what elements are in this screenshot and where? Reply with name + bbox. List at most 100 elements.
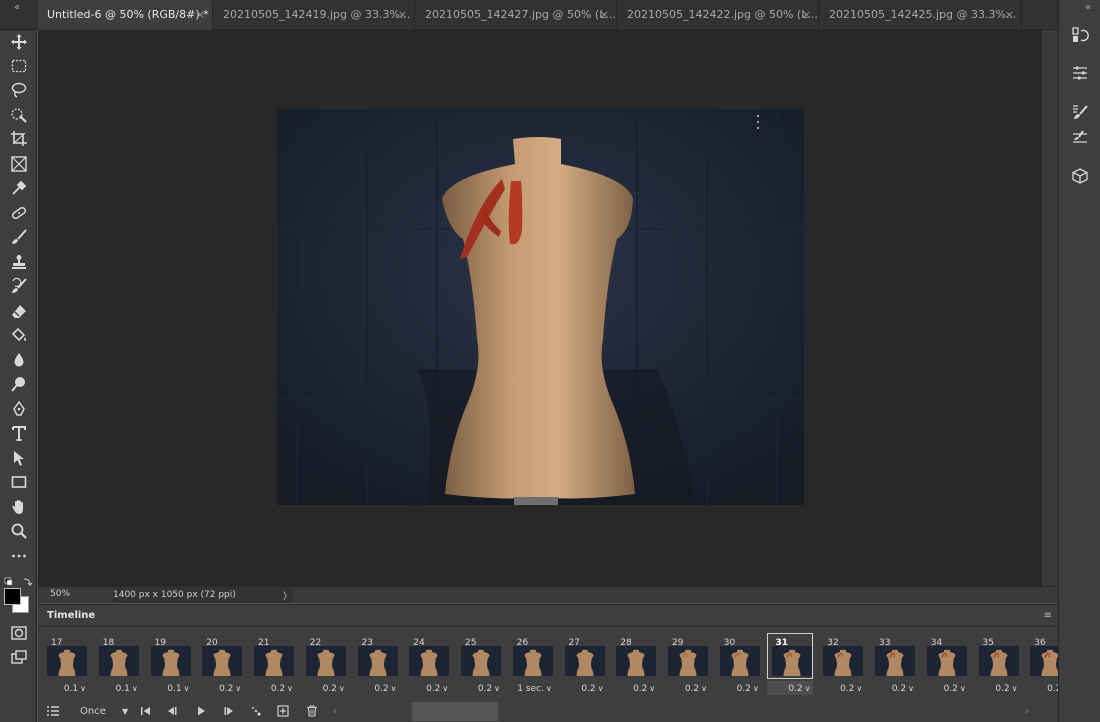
frame-delay-select[interactable]: 0.1 ∨ xyxy=(64,684,86,694)
tween-button[interactable] xyxy=(248,704,264,718)
close-icon[interactable]: × xyxy=(802,0,811,30)
document-info[interactable]: 1400 px x 1050 px (72 ppi) 〉 xyxy=(113,587,293,603)
timeline-frame[interactable]: 24 0.2 ∨ xyxy=(404,632,454,698)
timeline-frame[interactable]: 18 0.1 ∨ xyxy=(94,632,144,698)
screen-mode-button[interactable] xyxy=(6,646,31,668)
more-tools[interactable] xyxy=(6,545,31,567)
spot-healing-tool[interactable] xyxy=(6,202,31,224)
move-tool[interactable] xyxy=(6,31,31,53)
frame-delay-select[interactable]: 0.2∨ xyxy=(271,684,293,694)
frame-delay-select[interactable]: 0.1 ∨ xyxy=(167,684,189,694)
tab-20210505-142419[interactable]: 20210505_142419.jpg @ 33.3%... × xyxy=(214,0,415,30)
quick-mask-button[interactable] xyxy=(6,622,31,644)
next-frame-button[interactable] xyxy=(221,704,237,718)
frame-delay-select[interactable]: 0.2∨ xyxy=(685,684,707,694)
timeline-frame[interactable]: 28 0.2 ∨ xyxy=(611,632,661,698)
close-icon[interactable]: × xyxy=(196,0,205,30)
timeline-scrollbar-thumb[interactable] xyxy=(412,702,498,721)
timeline-frame[interactable]: 27 0.2 ∨ xyxy=(560,632,610,698)
frame-delay-select[interactable]: 0.2∨ xyxy=(323,684,345,694)
timeline-frame[interactable]: 33 0.2 ∨ xyxy=(870,632,920,698)
chevron-right-icon[interactable]: 〉 xyxy=(283,589,292,602)
timeline-frame[interactable]: 25 0.2 ∨ xyxy=(456,632,506,698)
frame-delay-select[interactable]: 0.2∨ xyxy=(788,684,810,694)
hand-tool[interactable] xyxy=(6,496,31,518)
dodge-tool[interactable] xyxy=(6,373,31,395)
history-brush-tool[interactable] xyxy=(6,275,31,297)
duplicate-frame-button[interactable] xyxy=(275,704,291,718)
path-selection-tool[interactable] xyxy=(6,447,31,469)
frame-delay-select[interactable]: 0.2∨ xyxy=(478,684,500,694)
panel-menu-icon[interactable]: ≡ xyxy=(1044,610,1052,621)
tab-20210505-142425[interactable]: 20210505_142425.jpg @ 33.3%... × xyxy=(820,0,1022,30)
marquee-tool[interactable] xyxy=(6,55,31,77)
timeline-frame[interactable]: 360.2∨ xyxy=(1025,632,1058,698)
foreground-color-swatch[interactable] xyxy=(4,588,21,605)
frame-delay-select[interactable]: 0.2∨ xyxy=(633,684,655,694)
history-panel-button[interactable] xyxy=(1069,24,1091,46)
zoom-tool[interactable] xyxy=(6,520,31,542)
play-button[interactable] xyxy=(193,704,209,718)
timeline-frame[interactable]: 35 0.2 ∨ xyxy=(974,632,1024,698)
eraser-tool[interactable] xyxy=(6,300,31,322)
adjustments-panel-button[interactable] xyxy=(1069,62,1091,84)
quick-selection-tool[interactable] xyxy=(6,104,31,126)
frame-delay-select[interactable]: 0.2∨ xyxy=(581,684,603,694)
timeline-frame[interactable]: 22 0.2 ∨ xyxy=(301,632,351,698)
frame-delay-select[interactable]: 0.1 ∨ xyxy=(116,684,138,694)
frame-tool[interactable] xyxy=(6,153,31,175)
frame-delay-select[interactable]: 1 sec. ∨ xyxy=(517,684,551,694)
vertical-scrollbar[interactable] xyxy=(1042,30,1058,586)
frame-delay-select[interactable]: 0.2∨ xyxy=(219,684,241,694)
frame-delay-select[interactable]: 0.2∨ xyxy=(1047,684,1058,694)
timeline-frame[interactable]: 29 0.2 ∨ xyxy=(663,632,713,698)
pen-tool[interactable] xyxy=(6,398,31,420)
swap-colors-icon[interactable] xyxy=(4,572,34,586)
close-icon[interactable]: × xyxy=(398,0,407,30)
crop-tool[interactable] xyxy=(6,128,31,150)
previous-frame-button[interactable] xyxy=(164,704,180,718)
loop-select[interactable]: Once ▼ xyxy=(80,704,132,718)
scroll-left-icon[interactable]: ‹ xyxy=(330,704,340,718)
frame-delay-select[interactable]: 0.2∨ xyxy=(944,684,966,694)
collapse-icon[interactable]: « xyxy=(1085,2,1091,13)
close-icon[interactable]: × xyxy=(600,0,609,30)
frame-delay-select[interactable]: 0.2∨ xyxy=(426,684,448,694)
timeline-frame[interactable]: 26 1 sec. ∨ xyxy=(508,632,558,698)
brush-settings-button[interactable] xyxy=(1069,101,1091,123)
scroll-right-icon[interactable]: › xyxy=(1022,704,1032,718)
first-frame-button[interactable] xyxy=(138,704,154,718)
timeline-frame[interactable]: 21 0.2 ∨ xyxy=(249,632,299,698)
zoom-level[interactable]: 50% xyxy=(50,589,70,599)
close-icon[interactable]: × xyxy=(1005,0,1014,30)
tab-20210505-142427[interactable]: 20210505_142427.jpg @ 50% (L... × xyxy=(416,0,617,30)
timeline-frame[interactable]: 34 0.2 ∨ xyxy=(922,632,972,698)
collapse-icon[interactable]: « xyxy=(14,2,20,13)
frame-delay-select[interactable]: 0.2∨ xyxy=(995,684,1017,694)
eyedropper-tool[interactable] xyxy=(6,177,31,199)
frame-delay-select[interactable]: 0.2∨ xyxy=(374,684,396,694)
delete-frame-button[interactable] xyxy=(304,704,320,718)
frame-delay-select[interactable]: 0.2∨ xyxy=(737,684,759,694)
brushes-panel-button[interactable] xyxy=(1069,127,1091,149)
timeline-frame[interactable]: 30 0.2 ∨ xyxy=(715,632,765,698)
frame-delay-select[interactable]: 0.2∨ xyxy=(840,684,862,694)
mannequin-image[interactable] xyxy=(277,109,804,505)
timeline-frame[interactable]: 23 0.2 ∨ xyxy=(353,632,403,698)
convert-timeline-button[interactable] xyxy=(44,704,62,718)
frame-delay-select[interactable]: 0.2∨ xyxy=(892,684,914,694)
type-tool[interactable] xyxy=(6,422,31,444)
rectangle-tool[interactable] xyxy=(6,471,31,493)
3d-panel-button[interactable] xyxy=(1069,165,1091,187)
lasso-tool[interactable] xyxy=(6,79,31,101)
timeline-frame[interactable]: 32 0.2 ∨ xyxy=(818,632,868,698)
timeline-frame[interactable]: 31 0.2 ∨ xyxy=(766,632,817,698)
timeline-frame[interactable]: 19 0.1 ∨ xyxy=(146,632,196,698)
tab-untitled-6[interactable]: Untitled-6 @ 50% (RGB/8#) * × xyxy=(38,0,213,30)
clone-stamp-tool[interactable] xyxy=(6,251,31,273)
tab-20210505-142422[interactable]: 20210505_142422.jpg @ 50% (L... × xyxy=(618,0,819,30)
brush-tool[interactable] xyxy=(6,226,31,248)
paint-bucket-tool[interactable] xyxy=(6,324,31,346)
timeline-frame[interactable]: 17 0.1 ∨ xyxy=(42,632,92,698)
timeline-frame[interactable]: 20 0.2 ∨ xyxy=(197,632,247,698)
